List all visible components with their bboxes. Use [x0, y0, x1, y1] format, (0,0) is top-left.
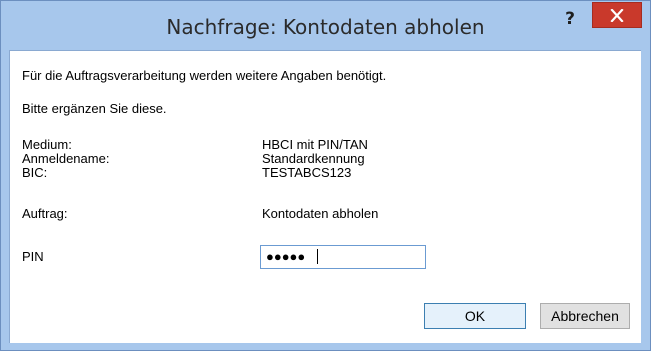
- bic-value: TESTABCS123: [262, 165, 352, 180]
- cancel-button[interactable]: Abbrechen: [540, 303, 630, 329]
- pin-masked-value: ●●●●●: [266, 249, 306, 264]
- close-icon: [610, 9, 624, 22]
- dialog-window: Nachfrage: Kontodaten abholen ? Für die …: [0, 0, 651, 351]
- pin-label: PIN: [22, 249, 44, 264]
- dialog-content: Für die Auftragsverarbeitung werden weit…: [9, 50, 641, 343]
- login-name-label: Anmeldename:: [22, 151, 110, 166]
- login-name-value: Standardkennung: [262, 151, 365, 166]
- order-label: Auftrag:: [22, 206, 68, 221]
- dialog-title: Nachfrage: Kontodaten abholen: [166, 15, 485, 39]
- close-button[interactable]: [592, 2, 642, 28]
- instruction-text: Bitte ergänzen Sie diese.: [22, 101, 167, 116]
- medium-label: Medium:: [22, 137, 72, 152]
- bic-label: BIC:: [22, 165, 48, 180]
- title-bar[interactable]: Nachfrage: Kontodaten abholen ?: [1, 1, 650, 50]
- help-button[interactable]: ?: [555, 7, 585, 31]
- pin-input[interactable]: ●●●●●: [260, 245, 426, 269]
- ok-button[interactable]: OK: [424, 303, 526, 329]
- text-caret: [317, 249, 318, 264]
- medium-value: HBCI mit PIN/TAN: [262, 137, 368, 152]
- info-text: Für die Auftragsverarbeitung werden weit…: [22, 68, 387, 83]
- order-value: Kontodaten abholen: [262, 206, 379, 221]
